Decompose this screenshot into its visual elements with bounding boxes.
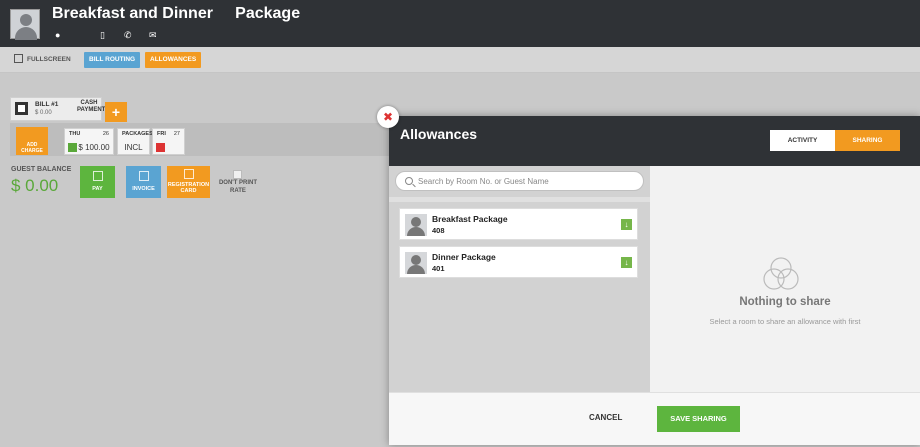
bill-payment-type: CASH PAYMENT <box>77 100 106 113</box>
room-item-number: 401 <box>432 264 445 273</box>
room-item-name: Dinner Package <box>432 252 496 262</box>
dont-print-checkbox[interactable] <box>233 170 242 179</box>
pay-label: PAY <box>92 186 103 192</box>
phone-icon[interactable]: ✆ <box>124 30 132 41</box>
bill-icon <box>15 102 28 115</box>
day-label: FRI <box>157 131 166 137</box>
guest-balance-label: GUEST BALANCE <box>11 166 72 173</box>
search-input[interactable] <box>418 175 638 188</box>
invoice-icon <box>138 171 149 181</box>
venn-icon <box>763 257 799 290</box>
email-icon[interactable]: ✉ <box>149 30 157 41</box>
guest-header: Breakfast and Dinner Package ● ▯ ✆ ✉ <box>0 0 920 47</box>
pay-icon <box>92 171 103 181</box>
list-item[interactable]: Breakfast Package 408 ↓ <box>399 208 638 240</box>
arrow-up-icon <box>156 143 165 152</box>
fullscreen-icon <box>14 53 23 63</box>
room-list-pane: Breakfast Package 408 ↓ Dinner Package 4… <box>389 166 650 392</box>
day-date: 26 <box>102 131 109 137</box>
bill-routing-button[interactable]: BILL ROUTING <box>84 52 141 68</box>
day-card[interactable]: FRI 27 <box>152 128 185 155</box>
day-label: PACKAGES <box>122 131 153 137</box>
fullscreen-button[interactable]: FULLSCREEN <box>12 52 76 68</box>
search-icon <box>405 177 413 185</box>
bill-title: BILL #1 <box>35 101 59 108</box>
modal-title: Allowances <box>400 126 478 142</box>
list-divider <box>389 197 650 202</box>
mobile-icon[interactable]: ▯ <box>100 30 105 41</box>
empty-state-title: Nothing to share <box>739 296 831 308</box>
tab-activity[interactable]: ACTIVITY <box>770 130 835 151</box>
modal-header: Allowances ACTIVITY SHARING <box>389 116 920 166</box>
guest-avatar-icon <box>405 214 427 236</box>
guest-name: Breakfast and Dinner Package <box>52 5 301 22</box>
guest-avatar-icon <box>405 252 427 274</box>
allowances-button[interactable]: ALLOWANCES <box>145 52 202 68</box>
day-value: $ 100.00 <box>78 143 110 152</box>
allowances-modal: Allowances ACTIVITY SHARING Breakfast Pa… <box>389 116 920 445</box>
fullscreen-label: FULLSCREEN <box>27 56 71 63</box>
pay-button[interactable]: PAY <box>80 166 115 198</box>
registration-label: REGISTRATION CARD <box>167 182 210 194</box>
day-label: THU <box>69 131 81 137</box>
day-date: 27 <box>173 131 180 137</box>
arrow-down-icon[interactable]: ↓ <box>621 219 632 230</box>
day-card[interactable]: THU 26 $ 100.00 <box>64 128 114 155</box>
cancel-button[interactable]: CANCEL <box>589 413 622 422</box>
registration-icon <box>183 169 194 179</box>
day-value: INCL <box>124 143 143 152</box>
dont-print-rate-toggle[interactable]: DON'T PRINT RATE <box>214 170 262 195</box>
share-pane: Nothing to share Select a room to share … <box>650 166 920 392</box>
close-modal-button[interactable]: ✖ <box>377 106 399 128</box>
invoice-label: INVOICE <box>132 186 155 192</box>
room-item-name: Breakfast Package <box>432 214 508 224</box>
day-card[interactable]: PACKAGES INCL <box>117 128 153 155</box>
invoice-button[interactable]: INVOICE <box>126 166 161 198</box>
guest-balance-value: $ 0.00 <box>11 176 59 195</box>
registration-card-button[interactable]: REGISTRATION CARD <box>167 166 210 198</box>
modal-footer: CANCEL SAVE SHARING <box>389 392 920 445</box>
empty-state-subtitle: Select a room to share an allowance with… <box>709 317 861 326</box>
bill-tab[interactable]: BILL #1 $ 0.00 CASH PAYMENT <box>10 97 106 121</box>
dont-print-label: DON'T PRINT RATE <box>218 180 258 194</box>
list-item[interactable]: Dinner Package 401 ↓ <box>399 246 638 278</box>
guest-avatar[interactable] <box>10 9 40 40</box>
add-charge-button[interactable]: ADD CHARGE <box>16 127 48 155</box>
tab-sharing[interactable]: SHARING <box>835 130 900 151</box>
arrow-down-icon[interactable]: ↓ <box>621 257 632 268</box>
room-item-number: 408 <box>432 226 445 235</box>
save-sharing-button[interactable]: SAVE SHARING <box>657 406 740 432</box>
search-field[interactable] <box>395 171 644 191</box>
location-icon[interactable]: ● <box>55 30 60 40</box>
add-bill-button[interactable]: + <box>105 102 127 122</box>
bill-amount: $ 0.00 <box>35 110 52 116</box>
